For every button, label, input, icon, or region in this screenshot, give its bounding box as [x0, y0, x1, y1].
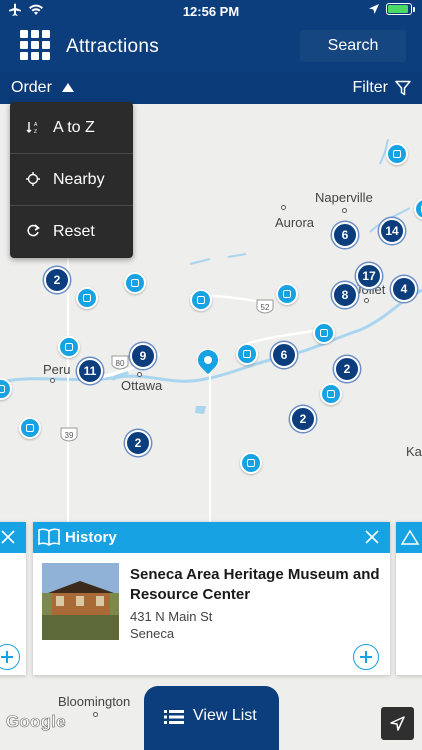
map-cluster[interactable]: 2 [334, 356, 360, 382]
crosshair-icon [26, 172, 40, 186]
add-button[interactable] [0, 644, 20, 670]
battery-level [388, 5, 408, 13]
map-place: Ka [406, 444, 422, 459]
menu-item-label: Nearby [53, 171, 105, 188]
map-cluster[interactable]: 6 [332, 222, 358, 248]
category-icon [400, 529, 420, 545]
caret-up-icon[interactable] [62, 83, 74, 92]
card-title[interactable]: Seneca Area Heritage Museum and Resource… [130, 565, 390, 605]
landmark-marker-icon[interactable] [19, 417, 41, 439]
attraction-card-prev[interactable] [0, 522, 26, 675]
reset-icon [27, 224, 40, 237]
svg-text:80: 80 [116, 359, 125, 368]
locate-me-button[interactable] [381, 707, 414, 740]
card-city: Seneca [130, 626, 175, 641]
map-cluster[interactable]: 17 [356, 263, 382, 289]
view-list-label: View List [193, 707, 257, 724]
landmark-marker-icon[interactable] [240, 452, 262, 474]
navigation-arrow-icon [390, 716, 405, 731]
route-shield-80: 80 [111, 355, 129, 370]
svg-text:39: 39 [65, 431, 74, 440]
book-icon [38, 528, 60, 546]
attraction-card-next[interactable] [396, 522, 422, 675]
map-dot [281, 205, 286, 210]
card-address: 431 N Main St [130, 609, 213, 624]
menu-item-nearby[interactable]: Nearby [10, 154, 133, 206]
map-dot [50, 378, 55, 383]
add-button[interactable] [353, 644, 379, 670]
map-dot [137, 372, 142, 377]
attraction-card[interactable]: History Seneca Area Heritage Museum and … [33, 522, 390, 675]
route-shield-52: 52 [256, 299, 274, 314]
svg-text:Z: Z [34, 129, 37, 134]
status-right [368, 3, 415, 15]
menu-item-a-to-z[interactable]: AZ A to Z [10, 102, 133, 154]
map-cluster[interactable]: 9 [130, 343, 156, 369]
map-cluster[interactable]: 2 [290, 406, 316, 432]
card-header: History [33, 522, 390, 553]
map-place: Ottawa [121, 378, 163, 393]
view-list-button[interactable]: View List [144, 686, 279, 750]
museum-marker-icon[interactable] [386, 143, 408, 165]
map-cluster[interactable]: 8 [332, 282, 358, 308]
fitness-marker-icon[interactable] [313, 322, 335, 344]
location-arrow-icon [369, 4, 379, 14]
map-place: Aurora [275, 215, 315, 230]
map-cluster[interactable]: 2 [125, 430, 151, 456]
group-marker-icon[interactable] [76, 287, 98, 309]
group-marker-icon[interactable] [190, 289, 212, 311]
route-shield-39: 39 [60, 427, 78, 442]
map-cluster[interactable]: 11 [77, 358, 103, 384]
sort-az-icon: AZ [26, 122, 38, 134]
map-place: Naperville [315, 190, 373, 205]
map-place: Peru [43, 362, 71, 377]
map-dot [364, 298, 369, 303]
close-icon[interactable] [364, 529, 380, 545]
menu-item-label: A to Z [53, 119, 95, 136]
order-menu: AZ A to Z Nearby Reset [10, 102, 133, 258]
attraction-photo [42, 563, 119, 640]
map-place: Bloomington [58, 694, 131, 709]
nature-marker-icon[interactable] [276, 283, 298, 305]
grid-menu-icon[interactable] [20, 30, 50, 60]
map-cluster[interactable]: 6 [271, 342, 297, 368]
card-category: History [65, 529, 117, 546]
filter-button[interactable]: Filter [352, 79, 388, 97]
page-title: Attractions [66, 36, 160, 57]
map-dot [93, 712, 98, 717]
battery-icon [386, 3, 415, 15]
filter-icon[interactable] [395, 80, 411, 96]
map-cluster[interactable]: 2 [44, 267, 70, 293]
app-header: Attractions Search [0, 22, 422, 72]
search-button[interactable]: Search [300, 30, 406, 62]
close-icon[interactable] [0, 529, 16, 545]
fitness-marker-icon[interactable] [320, 383, 342, 405]
google-attribution: Google [6, 712, 66, 732]
order-toggle[interactable]: Order [11, 79, 52, 97]
map-cluster[interactable]: 14 [379, 218, 405, 244]
landmark-marker-icon[interactable] [236, 343, 258, 365]
menu-item-reset[interactable]: Reset [10, 206, 133, 258]
svg-text:A: A [34, 122, 38, 128]
map-cluster[interactable]: 4 [391, 276, 417, 302]
list-icon [164, 710, 184, 724]
status-bar: 12:56 PM [0, 0, 422, 22]
map-dot [342, 208, 347, 213]
status-time: 12:56 PM [182, 4, 240, 19]
theater-marker-icon[interactable] [58, 336, 80, 358]
menu-item-label: Reset [53, 223, 95, 240]
order-filter-bar: Order Filter [0, 72, 422, 104]
nature-marker-icon[interactable] [124, 272, 146, 294]
svg-text:52: 52 [261, 303, 270, 312]
